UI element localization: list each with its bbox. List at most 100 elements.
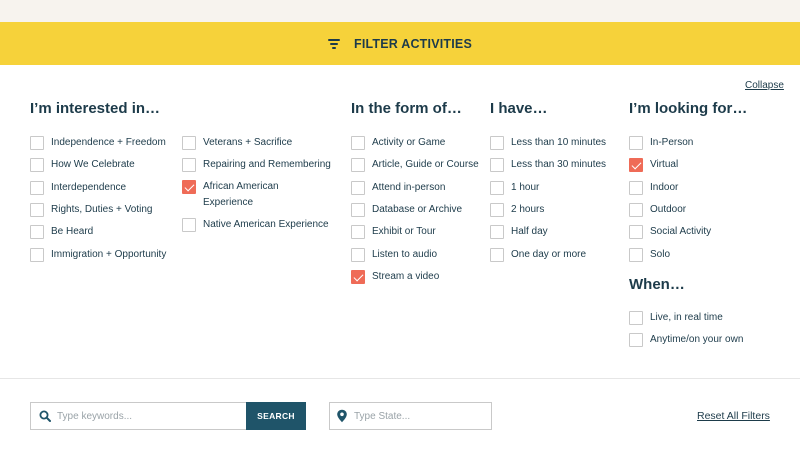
checkbox-checked[interactable]: [351, 270, 365, 284]
checkbox[interactable]: [629, 181, 643, 195]
checkbox-label: Independence + Freedom: [51, 137, 166, 148]
state-input[interactable]: [354, 403, 491, 429]
checkbox[interactable]: [30, 136, 44, 150]
filter-activities-toggle[interactable]: FILTER ACTIVITIES: [0, 22, 800, 65]
checkbox[interactable]: [30, 248, 44, 262]
group-when: When…: [629, 276, 685, 293]
checkbox-label: Indoor: [650, 182, 679, 193]
checkbox[interactable]: [629, 311, 643, 325]
checkbox[interactable]: [351, 248, 365, 262]
checkbox-label: In-Person: [650, 137, 694, 148]
collapse-link[interactable]: Collapse: [745, 80, 784, 91]
checkbox[interactable]: [490, 203, 504, 217]
checkbox-option[interactable]: Listen to audio: [351, 247, 437, 263]
checkbox-option[interactable]: Native American Experience: [182, 217, 329, 233]
checkbox-option[interactable]: Be Heard: [30, 224, 93, 240]
filter-lines-icon: [328, 38, 340, 49]
checkbox[interactable]: [629, 203, 643, 217]
checkbox-option[interactable]: Outdoor: [629, 202, 686, 218]
checkbox[interactable]: [629, 248, 643, 262]
checkbox-option[interactable]: One day or more: [490, 247, 586, 263]
filter-title: FILTER ACTIVITIES: [354, 36, 472, 51]
checkbox-option[interactable]: In-Person: [629, 135, 693, 151]
checkbox-option[interactable]: Database or Archive: [351, 202, 462, 218]
checkbox-label: Immigration + Opportunity: [51, 249, 167, 260]
checkbox-option[interactable]: Article, Guide or Course: [351, 157, 479, 173]
checkbox-label: 2 hours: [511, 204, 545, 215]
checkbox[interactable]: [629, 333, 643, 347]
checkbox-label: Interdependence: [51, 182, 127, 193]
checkbox-option[interactable]: Less than 10 minutes: [490, 135, 606, 151]
checkbox-option[interactable]: Veterans + Sacrifice: [182, 135, 292, 151]
checkbox-label: Listen to audio: [372, 249, 438, 260]
checkbox[interactable]: [490, 158, 504, 172]
group-title-when: When…: [629, 276, 685, 293]
checkbox[interactable]: [490, 181, 504, 195]
group-have: I have…: [490, 100, 548, 117]
group-title-have: I have…: [490, 100, 548, 117]
checkbox[interactable]: [490, 136, 504, 150]
top-strip: [0, 0, 800, 22]
checkbox[interactable]: [490, 225, 504, 239]
checkbox-label: African American Experience: [203, 181, 279, 208]
checkbox-option[interactable]: Social Activity: [629, 224, 711, 240]
checkbox-checked[interactable]: [629, 158, 643, 172]
keyword-search: SEARCH: [30, 402, 306, 430]
checkbox[interactable]: [351, 136, 365, 150]
checkbox[interactable]: [30, 158, 44, 172]
checkbox-option[interactable]: Attend in-person: [351, 180, 445, 196]
checkbox-label: One day or more: [511, 249, 587, 260]
checkbox-label: Repairing and Remembering: [203, 159, 331, 170]
checkbox[interactable]: [30, 203, 44, 217]
checkbox-option[interactable]: Less than 30 minutes: [490, 157, 606, 173]
checkbox-option[interactable]: African American Experience: [182, 179, 302, 211]
keyword-input[interactable]: [57, 403, 246, 429]
checkbox-label: Less than 10 minutes: [511, 137, 607, 148]
checkbox-option[interactable]: How We Celebrate: [30, 157, 135, 173]
checkbox-option[interactable]: Independence + Freedom: [30, 135, 166, 151]
checkbox-label: Live, in real time: [650, 312, 723, 323]
checkbox-option[interactable]: Repairing and Remembering: [182, 157, 331, 173]
checkbox[interactable]: [351, 158, 365, 172]
checkbox-label: Activity or Game: [372, 137, 446, 148]
checkbox-option[interactable]: 2 hours: [490, 202, 544, 218]
checkbox[interactable]: [629, 136, 643, 150]
checkbox-option[interactable]: Immigration + Opportunity: [30, 247, 166, 263]
checkbox[interactable]: [490, 248, 504, 262]
checkbox-label: Less than 30 minutes: [511, 159, 607, 170]
checkbox-option[interactable]: Anytime/on your own: [629, 332, 743, 348]
checkbox-option[interactable]: Exhibit or Tour: [351, 224, 436, 240]
search-button[interactable]: SEARCH: [246, 402, 306, 430]
checkbox-option[interactable]: Stream a video: [351, 269, 439, 285]
checkbox-option[interactable]: Live, in real time: [629, 310, 723, 326]
checkbox-label: Solo: [650, 249, 671, 260]
checkbox-label: Article, Guide or Course: [372, 159, 479, 170]
checkbox-option[interactable]: Interdependence: [30, 180, 126, 196]
checkbox[interactable]: [182, 158, 196, 172]
checkbox-label: How We Celebrate: [51, 159, 135, 170]
checkbox-label: Anytime/on your own: [650, 334, 744, 345]
checkbox[interactable]: [182, 218, 196, 232]
checkbox[interactable]: [30, 181, 44, 195]
reset-all-filters-link[interactable]: Reset All Filters: [697, 410, 770, 422]
checkbox[interactable]: [351, 203, 365, 217]
checkbox-option[interactable]: Indoor: [629, 180, 678, 196]
group-title-form: In the form of…: [351, 100, 462, 117]
checkbox[interactable]: [351, 181, 365, 195]
checkbox-checked[interactable]: [182, 180, 196, 194]
checkbox[interactable]: [182, 136, 196, 150]
checkbox-option[interactable]: Rights, Duties + Voting: [30, 202, 152, 218]
checkbox-label: Attend in-person: [372, 182, 446, 193]
checkbox-label: Virtual: [650, 159, 679, 170]
checkbox-option[interactable]: Virtual: [629, 157, 678, 173]
checkbox-option[interactable]: Activity or Game: [351, 135, 445, 151]
checkbox-option[interactable]: Solo: [629, 247, 670, 263]
checkbox-label: Be Heard: [51, 226, 94, 237]
checkbox[interactable]: [351, 225, 365, 239]
checkbox-option[interactable]: Half day: [490, 224, 548, 240]
checkbox-label: Half day: [511, 226, 548, 237]
checkbox[interactable]: [629, 225, 643, 239]
checkbox[interactable]: [30, 225, 44, 239]
checkbox-label: Rights, Duties + Voting: [51, 204, 153, 215]
checkbox-option[interactable]: 1 hour: [490, 180, 539, 196]
